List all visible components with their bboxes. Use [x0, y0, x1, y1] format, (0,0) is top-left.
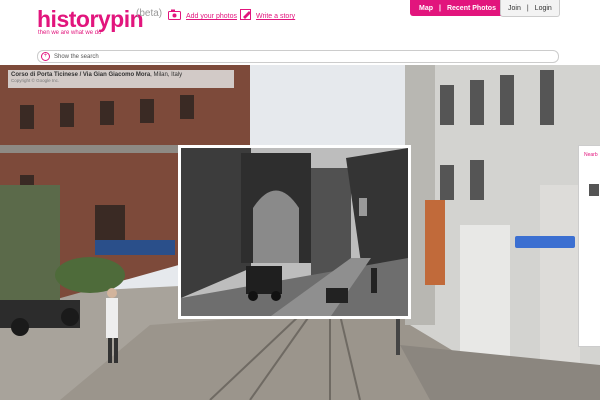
plus-icon: +	[41, 52, 50, 61]
nearby-thumbnail[interactable]	[589, 184, 599, 196]
tab-map[interactable]: Map	[416, 5, 436, 12]
show-search-label: Show the search	[54, 53, 99, 60]
historic-photo-image	[181, 148, 408, 316]
nav-arrow-icon[interactable]	[515, 236, 575, 248]
copyright-text: Copyright © Google Inc.	[11, 78, 60, 83]
location-city: , Milan, Italy	[150, 72, 183, 78]
nearby-label: Nearb	[584, 152, 598, 158]
join-link[interactable]: Join	[505, 5, 524, 12]
tab-recent-photos[interactable]: Recent Photos	[444, 5, 499, 12]
nearby-panel[interactable]: Nearb	[578, 145, 600, 347]
historic-photo-overlay[interactable]	[178, 145, 411, 319]
show-search-bar[interactable]: + Show the search	[37, 50, 559, 63]
add-photos-link[interactable]: Add your photos	[186, 13, 237, 20]
auth-links: Join | Login	[500, 0, 560, 17]
write-story-link[interactable]: Write a story	[256, 13, 295, 20]
camera-icon	[168, 9, 181, 20]
site-header: historypin (beta) then we are what we do…	[0, 0, 600, 64]
main-nav: Map | Recent Photos	[410, 0, 505, 16]
login-link[interactable]: Login	[532, 5, 555, 12]
nav-separator: |	[439, 4, 441, 12]
tagline: then we are what we do	[38, 30, 102, 36]
location-info: Corso di Porta Ticinese / Via Gian Giaco…	[8, 70, 234, 88]
pencil-icon	[240, 9, 251, 20]
auth-separator: |	[526, 4, 529, 12]
historypin-logo[interactable]: historypin	[37, 6, 144, 33]
beta-badge: (beta)	[136, 8, 163, 19]
